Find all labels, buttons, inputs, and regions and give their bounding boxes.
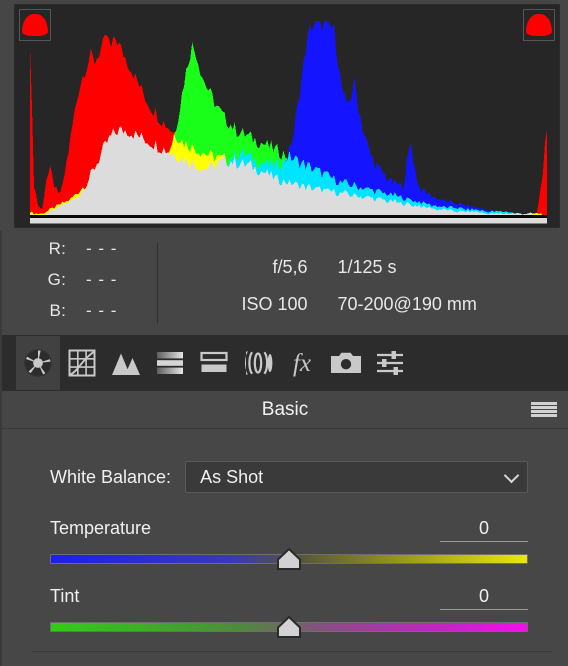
rgb-readout: R: - - - G: - - - B: - - -: [32, 239, 152, 332]
tint-slider-top: Tint 0: [50, 583, 528, 613]
color-mixer-icon[interactable]: [148, 336, 192, 390]
exif-iso: ISO 100: [241, 294, 308, 314]
sliders-icon: [377, 351, 403, 375]
tint-slider-group: Tint 0: [2, 583, 568, 639]
optics-icon[interactable]: [236, 336, 280, 390]
exif-lens: 70-200@190 mm: [337, 294, 477, 314]
tint-value-field[interactable]: 0: [440, 583, 528, 610]
rgb-label-green: G:: [47, 270, 66, 289]
rgb-row-green: G: - - -: [32, 270, 152, 301]
tone-curve-icon[interactable]: [60, 336, 104, 390]
rgb-label-blue: B:: [49, 301, 66, 320]
mountains-icon: [112, 353, 140, 375]
rgb-row-blue: B: - - -: [32, 301, 152, 332]
rgb-label-red: R:: [48, 239, 66, 258]
tint-slider-handle[interactable]: [276, 615, 302, 639]
temperature-slider[interactable]: [50, 547, 528, 571]
page-title: Basic: [261, 398, 309, 420]
exif-shutter-speed: 1/125 s: [337, 257, 397, 277]
histogram-box: [14, 4, 560, 228]
rgb-value-green: - - -: [86, 270, 118, 289]
temperature-slider-group: Temperature 0: [2, 515, 568, 571]
temperature-slider-top: Temperature 0: [50, 515, 528, 545]
camera-raw-right-panel: R: - - - G: - - - B: - - - f/5,6 1/125 s…: [0, 0, 568, 666]
chevron-down-icon: [503, 467, 520, 484]
exif-row-iso-lens: ISO 100 70-200@190 mm: [177, 286, 550, 323]
hamburger-menu-icon[interactable]: [531, 401, 557, 419]
fx-icon: fx: [292, 349, 312, 377]
basic-panel-body: White Balance: As Shot Temperature 0 Tin…: [0, 429, 568, 666]
white-balance-value: As Shot: [200, 466, 264, 487]
gradient-bars-icon: [157, 352, 183, 374]
effects-icon[interactable]: fx: [280, 336, 324, 390]
calibration-icon[interactable]: [324, 336, 368, 390]
histogram-chart: [30, 21, 547, 224]
aperture-icon: [24, 349, 52, 377]
exif-aperture: f/5,6: [272, 257, 308, 277]
lens-icon: [245, 351, 273, 375]
temperature-label: Temperature: [50, 518, 152, 538]
white-balance-row: White Balance: As Shot: [2, 461, 568, 493]
split-bars-icon: [200, 351, 228, 372]
rgb-value-blue: - - -: [86, 301, 118, 320]
tint-label: Tint: [50, 586, 80, 606]
exif-readout: f/5,6 1/125 s ISO 100 70-200@190 mm: [177, 249, 550, 323]
metadata-strip: R: - - - G: - - - B: - - - f/5,6 1/125 s…: [0, 231, 568, 335]
presets-icon[interactable]: [368, 336, 412, 390]
detail-icon[interactable]: [104, 336, 148, 390]
camera-icon: [331, 352, 361, 373]
metadata-divider: [157, 243, 158, 323]
tint-slider[interactable]: [50, 615, 528, 639]
color-grading-icon[interactable]: [192, 336, 236, 390]
white-balance-label: White Balance:: [50, 466, 172, 487]
tone-curve-grid-icon: [68, 349, 96, 377]
white-balance-select[interactable]: As Shot: [185, 461, 528, 493]
rgb-row-red: R: - - -: [32, 239, 152, 270]
temperature-slider-handle[interactable]: [276, 547, 302, 571]
rgb-value-red: - - -: [86, 239, 118, 258]
histogram-panel: [0, 0, 568, 231]
slider-thumb-icon: [277, 547, 301, 570]
panel-section-divider: [32, 651, 552, 652]
slider-thumb-icon: [277, 615, 301, 638]
basic-panel-header[interactable]: Basic: [0, 391, 568, 429]
exif-row-exposure: f/5,6 1/125 s: [177, 249, 550, 286]
temperature-value-field[interactable]: 0: [440, 515, 528, 542]
panel-tool-bar: fx: [0, 335, 568, 391]
basic-panel-icon[interactable]: [16, 336, 60, 390]
histogram-baseline: [30, 215, 547, 218]
